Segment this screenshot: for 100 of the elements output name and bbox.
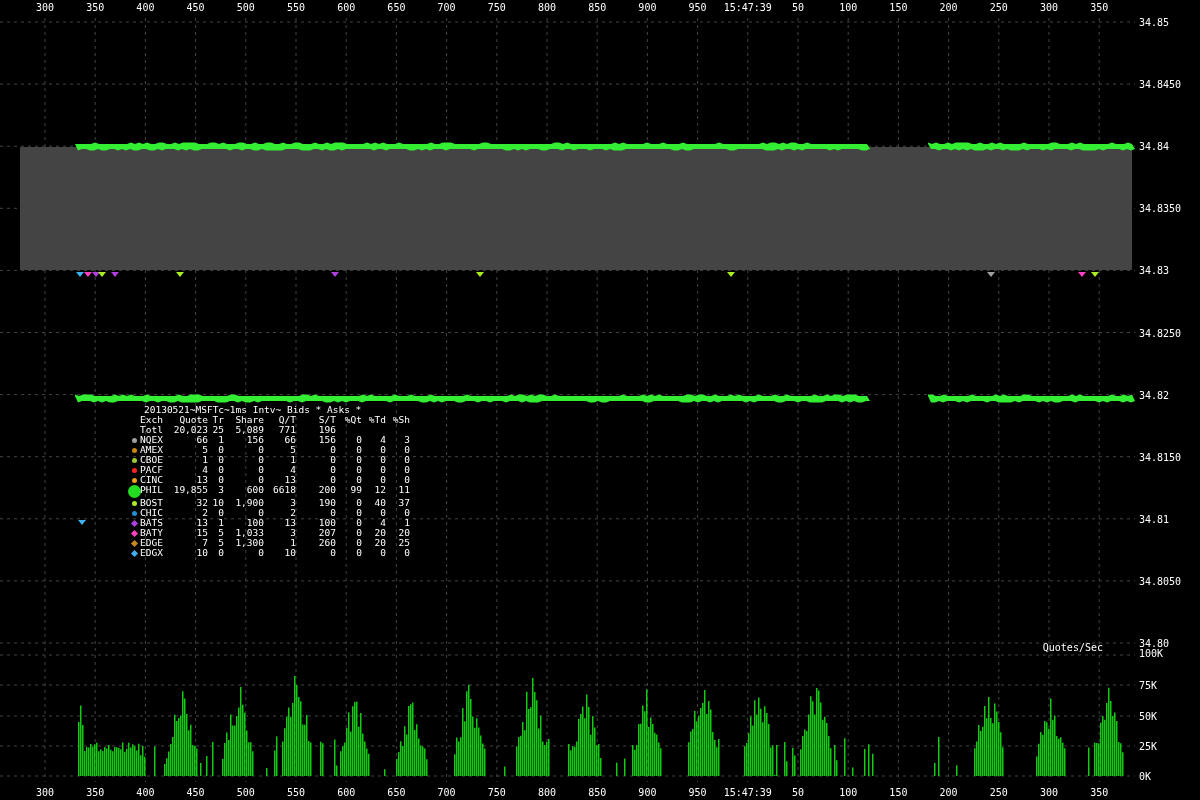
- time-axis-label: 700: [437, 2, 456, 13]
- column-header: Tr: [211, 415, 224, 425]
- exchange-name: CBOE: [140, 455, 164, 465]
- time-axis-label: 350: [1090, 2, 1109, 13]
- column-header: %Td: [367, 415, 386, 425]
- table-cell-text: 0: [403, 548, 410, 558]
- table-cell-text: 0: [403, 445, 410, 455]
- triangle-marker-icon: [176, 272, 184, 277]
- time-axis-label: 450: [186, 787, 205, 798]
- table-cell-text: 0: [217, 548, 224, 558]
- triangle-marker-icon: [78, 520, 86, 525]
- table-cell-text: 0: [355, 475, 362, 485]
- column-header: Q/T: [277, 415, 296, 425]
- time-axis-label: 600: [337, 787, 356, 798]
- table-cell-text: 0: [379, 508, 386, 518]
- price-axis-label: 34.82: [1139, 389, 1170, 401]
- table-cell-text: 0: [217, 475, 224, 485]
- table-cell-text: 13: [195, 518, 208, 528]
- table-cell-text: 0: [355, 548, 362, 558]
- table-cell-text: 5: [217, 528, 224, 538]
- table-cell-text: 0: [403, 455, 410, 465]
- table-cell-text: 19,855: [172, 485, 208, 497]
- triangle-marker-icon: [111, 272, 119, 277]
- volume-axis-label: 25K: [1139, 741, 1158, 752]
- table-cell-text: 66: [283, 435, 296, 445]
- price-axis-label: 34.80: [1139, 638, 1170, 649]
- time-axis-label: 300: [35, 2, 55, 13]
- table-cell-text: 1: [201, 455, 208, 465]
- volume-axis-label: 75K: [1139, 680, 1158, 691]
- table-cell-text: 2: [201, 508, 208, 518]
- table-cell-text: 100: [317, 518, 336, 528]
- total-cell-text: 771: [277, 425, 296, 435]
- time-axis-label: 150: [889, 787, 908, 798]
- table-cell-text: 0: [257, 475, 264, 485]
- table-cell-text: 0: [217, 465, 224, 475]
- table-cell-text: 5: [289, 445, 296, 455]
- table-cell-text: 0: [329, 508, 336, 518]
- table-cell-text: 260: [317, 538, 336, 548]
- exchange-name: EDGE: [140, 538, 164, 548]
- table-cell-text: 0: [355, 528, 362, 538]
- exchange-name: BATS: [140, 518, 164, 528]
- time-axis-label: 350: [86, 2, 105, 13]
- volume-axis-label: 50K: [1139, 711, 1158, 722]
- triangle-marker-icon: [987, 272, 995, 277]
- table-cell-text: 0: [355, 455, 362, 465]
- table-cell-text: 156: [245, 435, 264, 445]
- table-cell-text: 3: [403, 435, 410, 445]
- column-header: S/T: [317, 415, 336, 425]
- table-cell-text: 1: [217, 435, 224, 445]
- time-axis-label: 850: [588, 2, 607, 13]
- price-axis-label: 34.85: [1139, 17, 1170, 28]
- time-axis-label: 300: [1039, 787, 1059, 798]
- time-axis-label: 900: [638, 2, 657, 13]
- table-cell-text: 32: [195, 498, 208, 508]
- table-cell-text: 1,300: [234, 538, 264, 548]
- time-axis-label: 750: [487, 2, 506, 13]
- table-cell-text: 0: [379, 465, 386, 475]
- table-cell-text: 200: [317, 485, 336, 497]
- time-axis-label: 50: [792, 2, 804, 13]
- table-cell-text: 66: [195, 435, 208, 445]
- time-axis-label: 150: [889, 2, 908, 13]
- time-axis-label: 950: [688, 2, 707, 13]
- price-axis-label: 34.83: [1139, 265, 1170, 277]
- exchange-name: NQEX: [140, 435, 164, 445]
- triangle-marker-icon: [331, 272, 339, 277]
- table-cell-text: 190: [317, 498, 336, 508]
- exchange-name: PHIL: [140, 485, 164, 497]
- table-cell-text: 99: [349, 485, 362, 497]
- table-cell-text: 0: [379, 475, 386, 485]
- table-cell-text: 1: [217, 518, 224, 528]
- table-cell-text: 1,900: [234, 498, 264, 508]
- table-cell-text: 3: [289, 498, 296, 508]
- time-axis-label: 800: [537, 2, 557, 13]
- column-header: Quote: [178, 415, 208, 425]
- table-cell-text: 156: [317, 435, 336, 445]
- exchange-name: PACF: [140, 465, 164, 475]
- table-cell-text: 0: [355, 465, 362, 475]
- table-cell-text: 1: [289, 455, 296, 465]
- table-cell-text: 15: [195, 528, 208, 538]
- table-cell-text: 0: [403, 508, 410, 518]
- table-cell-text: 0: [403, 475, 410, 485]
- table-cell-text: 600: [245, 485, 264, 497]
- table-cell-text: 10: [283, 548, 296, 558]
- table-cell-text: 10: [195, 548, 208, 558]
- table-cell-text: 6618: [272, 485, 296, 497]
- table-cell-text: 4: [289, 465, 296, 475]
- table-cell-text: 0: [257, 508, 264, 518]
- exchange-name: CHIC: [140, 508, 164, 518]
- exchange-name: AMEX: [140, 445, 164, 455]
- table-cell-text: 20: [373, 538, 386, 548]
- exchange-name: EDGX: [140, 548, 164, 558]
- volume-axis-label: 100K: [1139, 648, 1164, 659]
- table-cell-text: 40: [373, 498, 386, 508]
- price-axis-label: 34.8050: [1139, 575, 1182, 587]
- table-cell-text: 0: [329, 475, 336, 485]
- total-cell-text: 25: [211, 425, 224, 435]
- legend-title: 20130521~MSFTc~1ms Intv~ Bids * Asks *: [144, 404, 362, 415]
- total-cell-text: Totl: [140, 425, 164, 435]
- price-axis-label: 34.8450: [1139, 79, 1182, 91]
- time-axis-label: 400: [136, 787, 155, 798]
